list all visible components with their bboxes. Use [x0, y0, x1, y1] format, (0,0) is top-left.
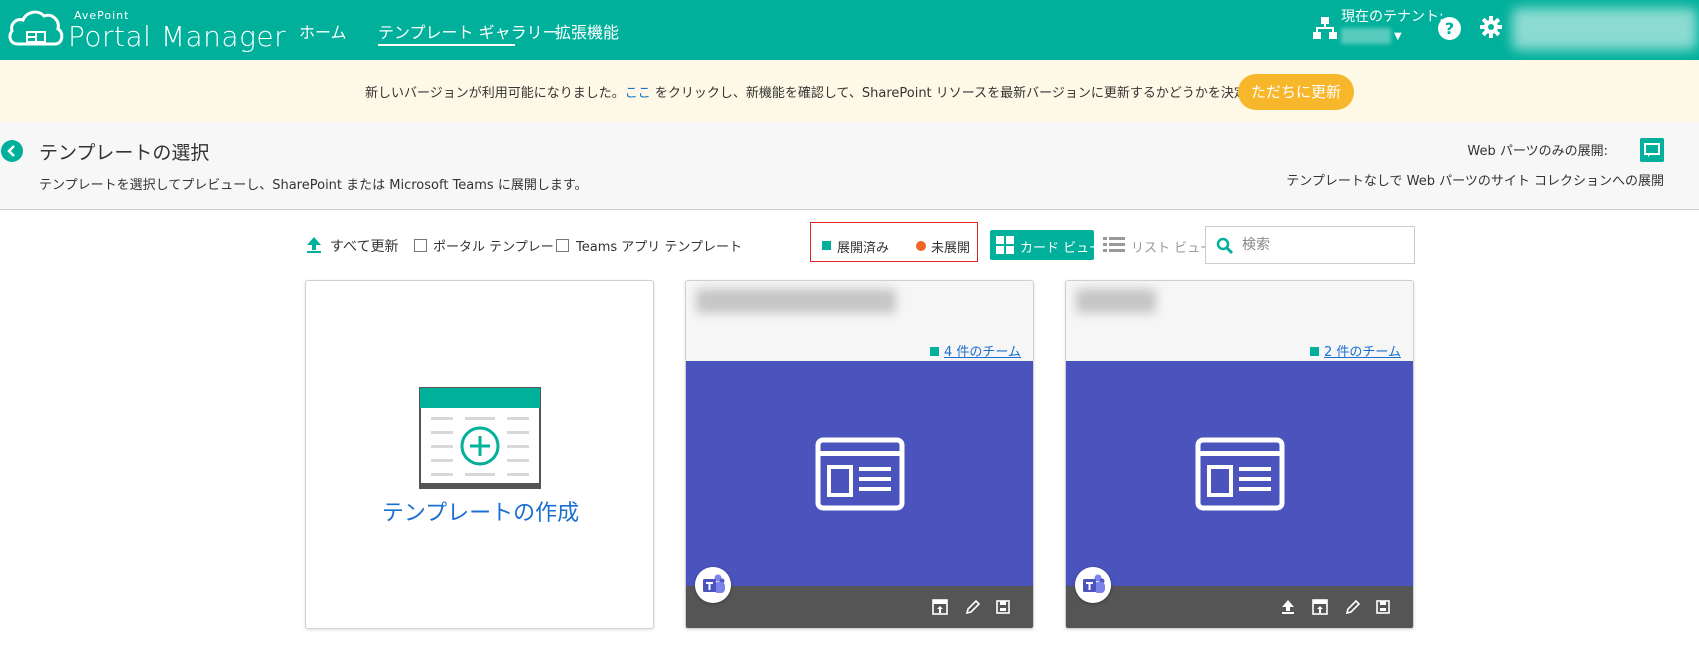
nav-template-gallery[interactable]: テンプレート ギャラリー — [378, 19, 559, 43]
deployed-square-icon — [822, 241, 831, 250]
teams-template-checkbox[interactable] — [556, 239, 569, 252]
search-icon — [1216, 237, 1234, 255]
grid-icon — [996, 236, 1014, 254]
nav-extensions[interactable]: 拡張機能 — [555, 19, 619, 43]
search-input[interactable] — [1242, 235, 1402, 255]
deploy-icon[interactable] — [932, 599, 948, 615]
banner-text-before: 新しいバージョンが利用可能になりました。 — [365, 86, 625, 101]
tenant-hierarchy-icon[interactable] — [1313, 16, 1337, 40]
template-card[interactable]: 2 件のチーム — [1065, 280, 1414, 629]
undeployed-dot-icon — [916, 241, 926, 251]
portal-template-checkbox[interactable] — [414, 239, 427, 252]
page-title: テンプレートの選択 — [39, 142, 210, 164]
portal-template-label[interactable]: ポータル テンプレート — [433, 236, 567, 255]
list-icon — [1103, 237, 1125, 252]
back-icon[interactable] — [1, 140, 23, 162]
create-template-label[interactable]: テンプレートの作成 — [306, 495, 653, 527]
card-view-button[interactable]: カード ビュー — [990, 230, 1102, 260]
card-view-label: カード ビュー — [1020, 241, 1103, 256]
teams-count-label: 4 件のチーム — [943, 345, 1021, 360]
page-layout-icon — [815, 437, 905, 511]
save-as-icon[interactable] — [1376, 599, 1392, 615]
create-template-illustration-icon — [419, 387, 541, 489]
update-now-button[interactable]: ただちに更新 — [1238, 74, 1354, 110]
list-view-label: リスト ビュー — [1131, 241, 1214, 256]
chevron-down-icon[interactable]: ▼ — [1394, 31, 1402, 42]
banner-link[interactable]: ここ — [625, 86, 651, 101]
teams-template-label[interactable]: Teams アプリ テンプレート — [576, 236, 742, 255]
teams-count-link[interactable]: 2 件のチーム — [1309, 341, 1401, 360]
tenant-value-redacted[interactable] — [1341, 28, 1391, 44]
update-arrow-icon[interactable] — [306, 236, 322, 254]
template-name-redacted — [1076, 289, 1156, 313]
banner-message: 新しいバージョンが利用可能になりました。ここ をクリックし、新機能を確認して、S… — [365, 82, 1337, 101]
card-preview[interactable] — [686, 361, 1033, 586]
nav-home[interactable]: ホーム — [299, 19, 347, 43]
card-footer — [1066, 586, 1413, 628]
search-box[interactable] — [1205, 226, 1415, 264]
list-view-button[interactable]: リスト ビュー — [1101, 230, 1213, 260]
deploy-icon[interactable] — [1312, 599, 1328, 615]
gear-icon[interactable] — [1479, 15, 1503, 39]
teams-count-link[interactable]: 4 件のチーム — [929, 341, 1021, 360]
deployed-square-icon — [1309, 347, 1319, 356]
edit-icon[interactable] — [1345, 599, 1361, 615]
card-header: 4 件のチーム — [686, 281, 1033, 361]
logo-title: Portal Manager — [68, 20, 287, 53]
teams-count-label: 2 件のチーム — [1323, 345, 1401, 360]
legend-deployed: 展開済み — [837, 241, 890, 256]
webparts-only-label: Web パーツのみの展開: — [1467, 144, 1608, 159]
top-header: AvePoint Portal Manager ホーム テンプレート ギャラリー… — [0, 0, 1699, 60]
template-card[interactable]: 4 件のチーム — [685, 280, 1034, 629]
save-as-icon[interactable] — [996, 599, 1012, 615]
teams-app-icon — [695, 567, 731, 603]
active-nav-indicator — [378, 44, 515, 46]
cloud-logo-icon — [8, 10, 64, 46]
banner-text-after: をクリックし、新機能を確認して、SharePoint リソースを最新バージョンに… — [650, 86, 1338, 101]
create-template-card[interactable]: テンプレートの作成 — [305, 280, 654, 629]
page-layout-icon — [1195, 437, 1285, 511]
webparts-description: テンプレートなしで Web パーツのサイト コレクションへの展開 — [1286, 174, 1664, 189]
webparts-deploy-icon[interactable] — [1640, 138, 1664, 162]
update-arrow-icon[interactable] — [1280, 599, 1296, 615]
tenant-label: 現在のテナント: — [1341, 9, 1444, 25]
page-header: テンプレートの選択 テンプレートを選択してプレビューし、SharePoint ま… — [0, 122, 1699, 210]
card-header: 2 件のチーム — [1066, 281, 1413, 361]
card-preview[interactable] — [1066, 361, 1413, 586]
edit-icon[interactable] — [965, 599, 981, 615]
page-subtitle: テンプレートを選択してプレビューし、SharePoint または Microso… — [39, 178, 588, 193]
help-icon[interactable]: ? — [1438, 17, 1461, 40]
update-all-button[interactable]: すべて更新 — [330, 236, 398, 256]
legend-undeployed: 未展開 — [931, 241, 971, 256]
update-banner: 新しいバージョンが利用可能になりました。ここ をクリックし、新機能を確認して、S… — [0, 60, 1699, 122]
user-account-redacted[interactable] — [1512, 8, 1697, 50]
deployed-square-icon — [929, 347, 939, 356]
template-name-redacted — [696, 289, 896, 313]
teams-app-icon — [1075, 567, 1111, 603]
portal-manager-logo[interactable]: AvePoint Portal Manager — [6, 4, 286, 56]
card-footer — [686, 586, 1033, 628]
